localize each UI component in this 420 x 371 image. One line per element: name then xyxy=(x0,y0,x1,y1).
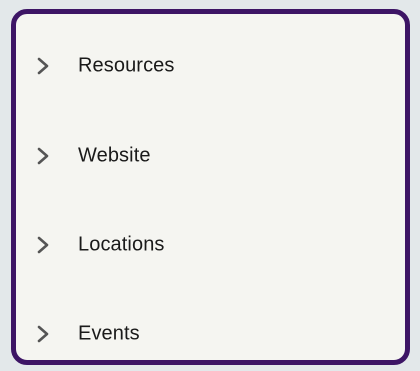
accordion-item-locations[interactable]: Locations xyxy=(16,223,405,267)
accordion-item-label: Resources xyxy=(78,54,175,77)
chevron-right-icon xyxy=(36,325,50,343)
accordion-item-label: Website xyxy=(78,144,151,167)
chevron-right-icon xyxy=(36,147,50,165)
accordion-item-label: Events xyxy=(78,322,140,345)
chevron-right-icon xyxy=(36,236,50,254)
accordion-panel: Resources Website Locations Events xyxy=(11,9,410,365)
accordion-item-events[interactable]: Events xyxy=(16,312,405,356)
accordion-item-website[interactable]: Website xyxy=(16,134,405,178)
chevron-right-icon xyxy=(36,57,50,75)
accordion-item-label: Locations xyxy=(78,233,165,256)
accordion-item-resources[interactable]: Resources xyxy=(16,44,405,88)
